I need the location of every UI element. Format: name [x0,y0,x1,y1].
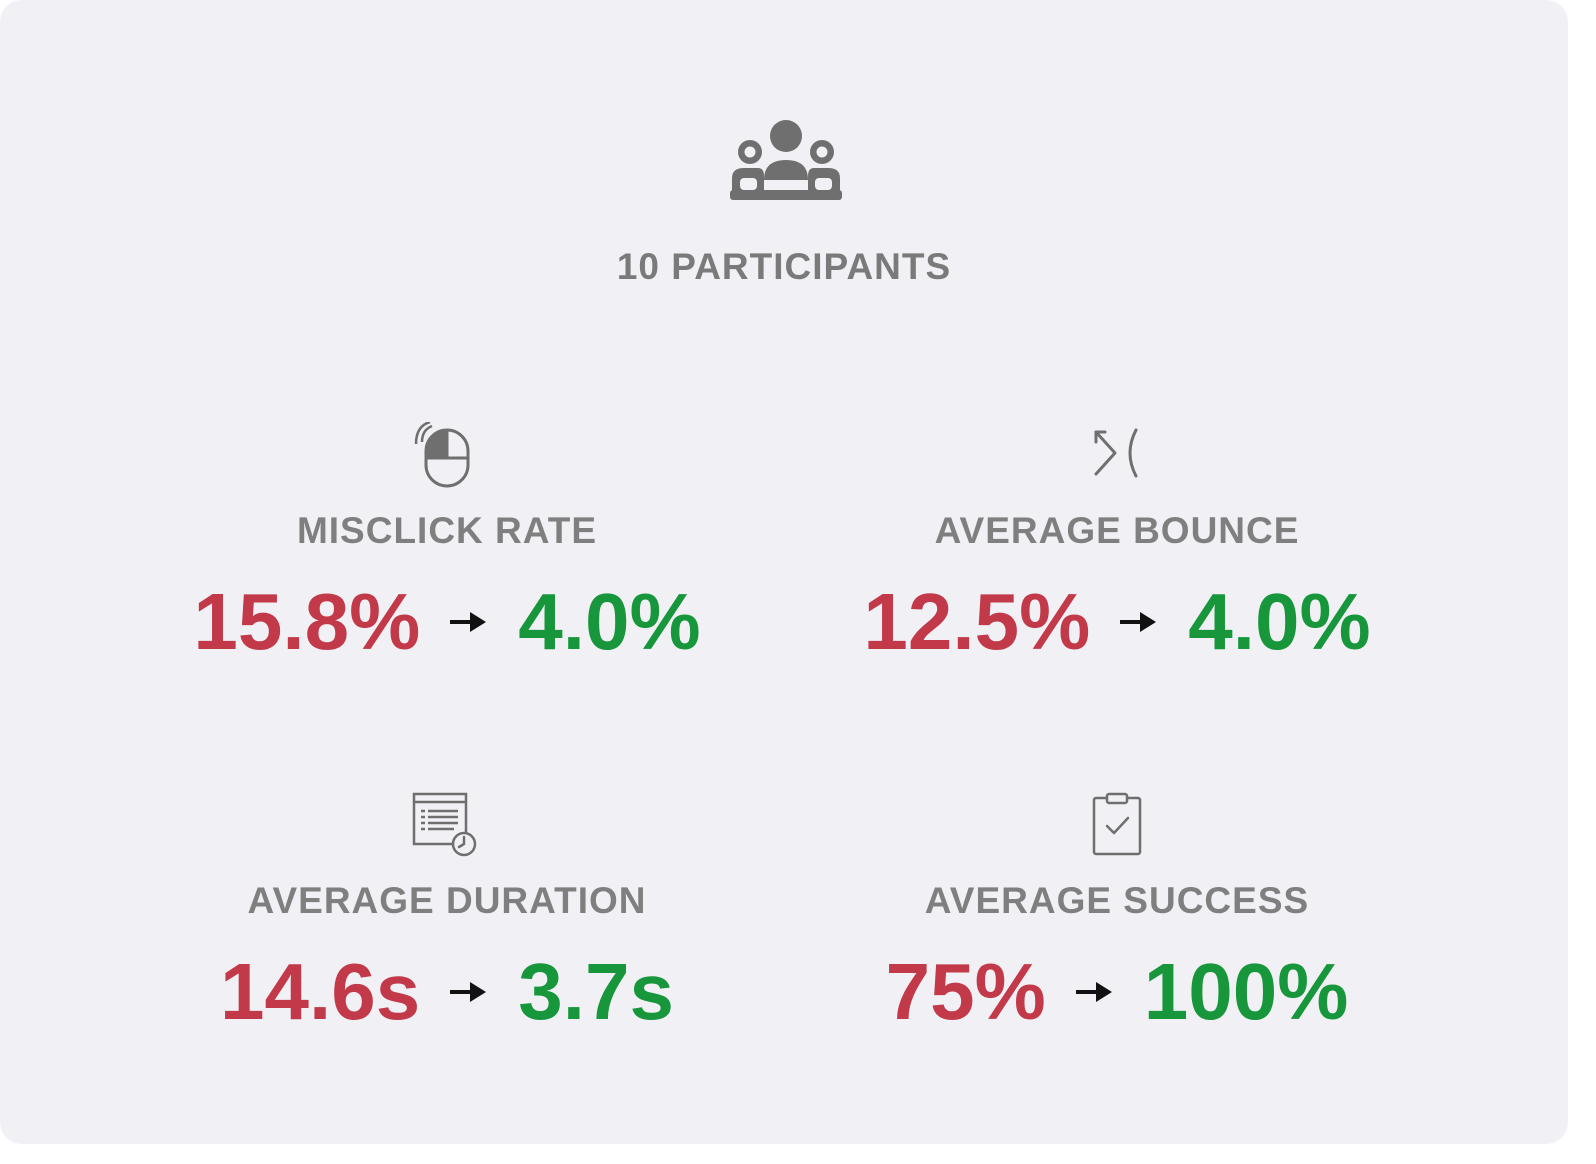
mouse-click-icon [414,422,470,488]
before-value: 75% [885,947,1046,1036]
metric-label: AVERAGE BOUNCE [934,510,1300,551]
before-value: 14.6s [220,947,421,1036]
metric-values: 14.6s 3.7s [97,942,797,1042]
metric-misclick-rate: MISCLICK RATE 15.8% 4.0% [97,422,797,672]
metric-average-bounce: AVERAGE BOUNCE 12.5% 4.0% [767,422,1467,672]
duration-clock-icon [412,792,477,857]
after-value: 3.7s [518,947,674,1036]
metric-label: MISCLICK RATE [296,510,598,551]
metric-values: 15.8% 4.0% [97,572,797,672]
metric-label: AVERAGE SUCCESS [924,880,1310,921]
results-card: 10 PARTICIPANTS MISCLICK RATE 15.8% 4.0% [0,0,1568,1144]
arrow-right-icon [450,612,487,632]
arrow-right-icon [1075,982,1112,1002]
metric-average-duration: AVERAGE DURATION 14.6s 3.7s [97,792,797,1042]
after-value: 4.0% [1188,577,1371,666]
arrow-right-icon [450,982,487,1002]
before-value: 15.8% [193,577,421,666]
participants-group-icon [730,120,842,200]
metric-values: 75% 100% [767,942,1467,1042]
metric-values: 12.5% 4.0% [767,572,1467,672]
clipboard-check-icon [1092,792,1142,856]
metric-average-success: AVERAGE SUCCESS 75% 100% [767,792,1467,1042]
after-value: 100% [1143,947,1349,1036]
before-value: 12.5% [863,577,1091,666]
metric-label: AVERAGE DURATION [247,880,647,921]
after-value: 4.0% [518,577,701,666]
participants-count-label: 10 PARTICIPANTS [616,246,952,287]
arrow-right-icon [1120,612,1157,632]
bounce-icon [1094,428,1138,478]
